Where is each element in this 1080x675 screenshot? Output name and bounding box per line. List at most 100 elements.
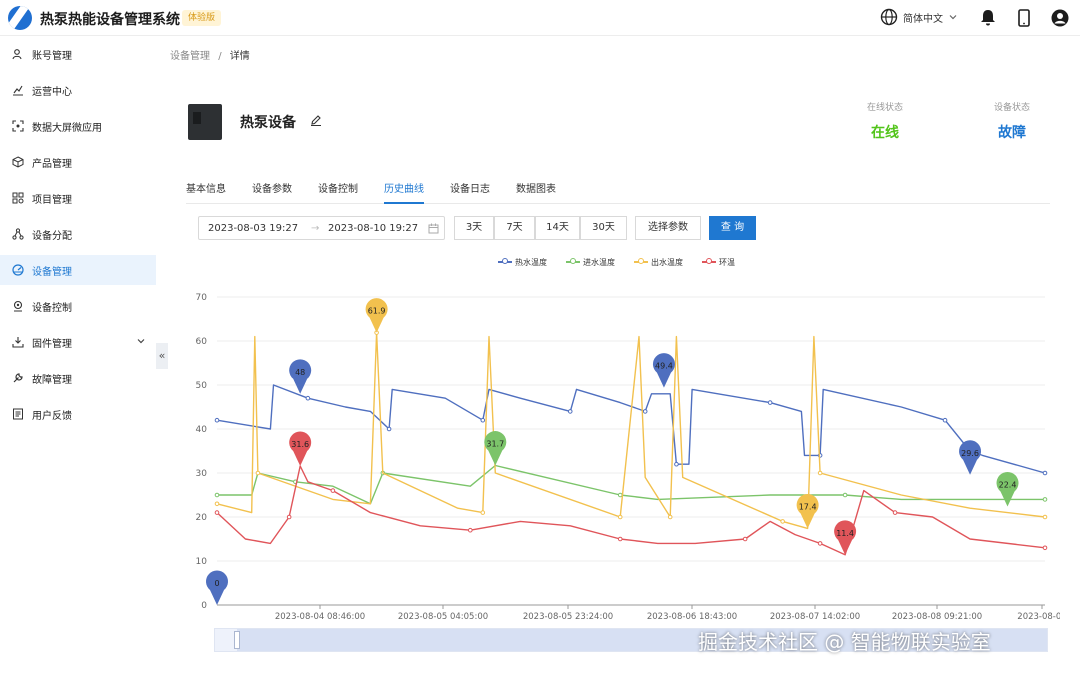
- language-selector[interactable]: 简体中文: [880, 8, 958, 26]
- data-point: [1042, 497, 1048, 502]
- quick-14-days-button[interactable]: 14天: [535, 216, 580, 240]
- sidebar-item-dashboard-app[interactable]: 数据大屏微应用: [0, 111, 156, 141]
- y-tick-label: 20: [196, 513, 208, 523]
- breadcrumb: 设备管理 / 详情: [170, 47, 250, 62]
- mobile-icon[interactable]: [1014, 8, 1034, 28]
- legend-hot-water[interactable]: 热水温度: [498, 256, 547, 268]
- legend-inlet[interactable]: 进水温度: [566, 256, 615, 268]
- sidebar-item-firmware[interactable]: 固件管理: [0, 327, 156, 357]
- data-point: [1042, 470, 1048, 476]
- y-tick-label: 60: [196, 337, 208, 347]
- sidebar-item-products[interactable]: 产品管理: [0, 147, 156, 177]
- x-tick-label: 2023-08-08 09:21:00: [892, 612, 982, 620]
- share-icon: [12, 228, 24, 240]
- device-status-label: 设备状态: [993, 103, 1030, 113]
- data-point: [480, 417, 486, 423]
- data-point: [386, 426, 392, 432]
- sidebar-item-label: 设备分配: [32, 231, 72, 242]
- scan-icon: [12, 120, 24, 132]
- box-icon: [12, 156, 24, 168]
- y-tick-label: 70: [196, 293, 208, 303]
- bell-icon[interactable]: [978, 8, 998, 28]
- value-marker-label: 0: [214, 579, 219, 588]
- chevron-down-icon: [949, 15, 957, 20]
- value-marker-label: 48: [295, 368, 305, 377]
- legend-label: 环温: [719, 257, 735, 267]
- sidebar-item-label: 产品管理: [32, 159, 72, 170]
- data-point: [617, 514, 623, 520]
- download-icon: [12, 337, 24, 348]
- edit-icon[interactable]: [310, 114, 322, 126]
- breadcrumb-separator: /: [218, 51, 222, 62]
- value-marker-label: 29.6: [961, 449, 979, 458]
- data-point: [468, 527, 473, 533]
- legend-marker: [498, 258, 512, 266]
- y-tick-label: 50: [196, 381, 208, 391]
- watermark-text: 掘金技术社区 @ 智能物联实验室: [698, 630, 991, 654]
- query-button[interactable]: 查 询: [709, 216, 756, 240]
- sidebar-item-label: 设备管理: [32, 267, 72, 278]
- quick-3-days-button[interactable]: 3天: [454, 216, 494, 240]
- sidebar-item-faults[interactable]: 故障管理: [0, 363, 156, 393]
- sidebar-item-operations[interactable]: 运营中心: [0, 75, 156, 105]
- app-root: 热泵热能设备管理系统 体验版 简体中文 账号管理 运营中心 数据大屏微应用 产品…: [0, 0, 1080, 675]
- online-status-label: 在线状态: [866, 103, 903, 113]
- sidebar-item-device-management[interactable]: 设备管理: [0, 255, 156, 285]
- globe-icon: [880, 8, 898, 26]
- sidebar-item-device-assign[interactable]: 设备分配: [0, 219, 156, 249]
- chart-icon: [13, 85, 23, 96]
- legend-label: 进水温度: [583, 257, 615, 267]
- data-point: [892, 510, 898, 515]
- sidebar-item-label: 数据大屏微应用: [32, 123, 102, 134]
- tab-data-charts[interactable]: 数据图表: [516, 180, 556, 204]
- list-icon: [13, 408, 23, 420]
- sidebar-item-projects[interactable]: 项目管理: [0, 183, 156, 213]
- data-point: [617, 536, 623, 542]
- account-icon[interactable]: [1050, 8, 1070, 28]
- x-tick-label: 2023-08-05 23:24:00: [523, 612, 613, 620]
- legend-marker: [566, 258, 580, 266]
- tab-device-control[interactable]: 设备控制: [318, 180, 358, 204]
- quick-7-days-button[interactable]: 7天: [494, 216, 535, 240]
- logo-icon: [8, 6, 32, 30]
- legend-marker: [702, 258, 716, 266]
- dashboard-icon: [12, 264, 24, 276]
- legend-ambient[interactable]: 环温: [702, 256, 735, 268]
- date-range-picker[interactable]: 2023-08-03 19:27 → 2023-08-10 19:27: [198, 216, 445, 240]
- tab-history-curve[interactable]: 历史曲线: [384, 180, 424, 204]
- tab-basic-info[interactable]: 基本信息: [186, 180, 226, 204]
- range-end: 2023-08-10 19:27: [328, 223, 419, 234]
- x-tick-label: 2023-08-07 14:02:00: [770, 612, 860, 620]
- device-status: 设备状态 故障: [972, 100, 1052, 142]
- tab-device-params[interactable]: 设备参数: [252, 180, 292, 204]
- quick-30-days-button[interactable]: 30天: [580, 216, 627, 240]
- device-name: 热泵设备: [240, 115, 296, 131]
- x-tick-label: 2023-08-09: [1017, 612, 1060, 620]
- sidebar-item-label: 项目管理: [32, 195, 72, 206]
- data-point: [305, 395, 311, 401]
- sidebar-item-label: 固件管理: [32, 339, 72, 350]
- data-point: [767, 400, 773, 405]
- sidebar-item-feedback[interactable]: 用户反馈: [0, 399, 156, 429]
- breadcrumb-parent[interactable]: 设备管理: [170, 51, 210, 62]
- sidebar-item-device-control[interactable]: 设备控制: [0, 291, 156, 321]
- data-point: [480, 510, 486, 515]
- data-point: [567, 409, 573, 414]
- select-params-button[interactable]: 选择参数: [635, 216, 701, 240]
- sidebar-item-accounts[interactable]: 账号管理: [0, 39, 156, 69]
- sidebar-item-label: 故障管理: [32, 375, 72, 386]
- value-marker-label: 11.4: [836, 529, 854, 538]
- sidebar-collapse-button[interactable]: «: [156, 343, 168, 369]
- range-arrow: →: [311, 223, 320, 234]
- datazoom-handle-start[interactable]: [234, 631, 240, 649]
- value-marker-label: 31.6: [291, 440, 309, 449]
- legend-outlet[interactable]: 出水温度: [634, 256, 683, 268]
- data-point: [330, 488, 336, 493]
- tab-device-log[interactable]: 设备日志: [450, 180, 490, 204]
- data-point: [1042, 514, 1048, 520]
- data-point: [214, 501, 220, 507]
- detail-tabs: 基本信息 设备参数 设备控制 历史曲线 设备日志 数据图表: [186, 180, 1050, 204]
- app-title: 热泵热能设备管理系统: [40, 12, 180, 28]
- sidebar-item-label: 设备控制: [32, 303, 72, 314]
- history-chart[interactable]: 0 10 20 30 40 50 60 70 2023-08-04 08:46:00 2023-0…: [190, 285, 1060, 620]
